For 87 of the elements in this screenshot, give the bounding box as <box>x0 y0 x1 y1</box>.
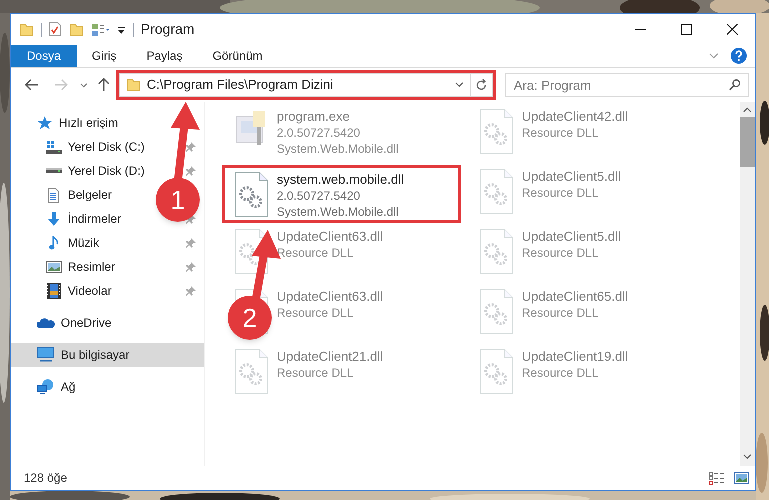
nav-item[interactable]: Resimler <box>68 258 116 276</box>
ribbon-tab[interactable]: Paylaş <box>132 45 198 67</box>
cloud-icon <box>37 317 55 329</box>
file-detail: Resource DLL <box>522 185 600 201</box>
file-name[interactable]: UpdateClient19.dll <box>522 349 628 365</box>
scrollbar-thumb[interactable] <box>740 117 755 167</box>
view-options-icon[interactable] <box>91 22 111 36</box>
pin-icon[interactable] <box>186 238 196 248</box>
address-path: C:\Program Files\Program Dizini <box>147 76 334 94</box>
address-bar[interactable]: C:\Program Files\Program Dizini <box>119 73 471 97</box>
drive-icon <box>46 140 62 154</box>
refresh-icon[interactable] <box>476 79 487 91</box>
nav-item[interactable]: Yerel Disk (D:) <box>68 162 145 180</box>
dropdown-icon[interactable] <box>455 82 464 88</box>
dll-file-icon <box>480 109 514 155</box>
nav-item[interactable]: Bu bilgisayar <box>11 343 204 367</box>
file-name[interactable]: UpdateClient42.dll <box>522 109 628 125</box>
dll-file-icon <box>480 169 514 215</box>
film-icon <box>46 283 60 299</box>
file-detail: 2.0.50727.5420 <box>277 188 362 204</box>
pin-icon[interactable] <box>186 142 196 152</box>
network-icon <box>37 379 55 395</box>
computer-icon <box>37 347 55 363</box>
nav-item[interactable]: OneDrive <box>11 311 204 335</box>
ribbon-tab[interactable]: Dosya <box>11 45 78 67</box>
nav-item[interactable]: Videolar <box>68 282 112 300</box>
maximize-icon[interactable] <box>680 24 692 35</box>
file-detail: System.Web.Mobile.dll <box>277 141 399 157</box>
file-name[interactable]: UpdateClient65.dll <box>522 289 628 305</box>
nav-item[interactable]: Ağ <box>11 375 204 399</box>
image-icon <box>46 261 62 273</box>
recent-locations-icon[interactable] <box>80 82 88 88</box>
scroll-down-icon[interactable] <box>743 454 752 460</box>
file-detail: 2.0.50727.5420 <box>277 125 362 141</box>
file-name[interactable]: UpdateClient5.dll <box>522 229 622 245</box>
dll-file-icon <box>480 229 514 275</box>
file-name[interactable]: UpdateClient63.dll <box>277 289 384 305</box>
close-icon[interactable] <box>726 24 738 35</box>
file-item[interactable]: system.web.mobile.dll 2.0.50727.5420 System.Web.Mobile.dll <box>222 165 461 223</box>
star-icon <box>37 116 53 130</box>
dll-file-icon <box>480 289 514 335</box>
customize-toolbar-icon[interactable] <box>117 24 126 34</box>
pin-icon[interactable] <box>186 286 196 296</box>
expand-ribbon-icon[interactable] <box>709 53 719 59</box>
file-detail: Resource DLL <box>522 245 600 261</box>
large-icons-view-icon[interactable] <box>734 472 749 484</box>
back-icon[interactable] <box>25 79 39 91</box>
help-icon[interactable] <box>731 48 747 64</box>
file-detail: Resource DLL <box>522 125 600 141</box>
ribbon-tab[interactable]: Görünüm <box>198 45 278 67</box>
document-icon <box>48 188 59 202</box>
window-title: Program <box>141 20 195 39</box>
nav-item[interactable]: İndirmeler <box>68 210 122 228</box>
nav-item[interactable]: Yerel Disk (C:) <box>68 138 145 156</box>
file-detail: Resource DLL <box>522 365 600 381</box>
up-icon[interactable] <box>98 78 110 92</box>
file-name[interactable]: program.exe <box>277 109 399 125</box>
nav-item[interactable]: Müzik <box>68 234 100 252</box>
nav-item[interactable]: Hızlı erişim <box>11 111 204 135</box>
minimize-icon[interactable] <box>634 29 646 30</box>
file-detail: Resource DLL <box>277 365 355 381</box>
nav-item[interactable]: Belgeler <box>68 186 112 204</box>
dll-file-icon <box>235 172 269 218</box>
folder-icon <box>127 78 141 92</box>
file-detail: Resource DLL <box>277 305 355 321</box>
file-name[interactable]: UpdateClient21.dll <box>277 349 384 365</box>
details-view-icon[interactable] <box>709 472 725 484</box>
item-count: 128 öğe <box>24 470 68 487</box>
music-note-icon <box>48 236 58 250</box>
file-name: system.web.mobile.dll <box>277 172 404 188</box>
dll-file-icon <box>235 349 269 395</box>
search-icon <box>729 79 741 91</box>
scroll-up-icon[interactable] <box>743 107 752 113</box>
download-icon <box>48 212 60 226</box>
dll-file-icon <box>480 349 514 395</box>
file-name[interactable]: UpdateClient5.dll <box>522 169 622 185</box>
scrollbar[interactable] <box>740 102 755 466</box>
ribbon-tab[interactable]: Giriş <box>77 45 132 67</box>
search-field[interactable]: Ara: Program <box>505 73 749 97</box>
pin-icon[interactable] <box>186 166 196 176</box>
file-detail: System.Web.Mobile.dll <box>277 204 400 220</box>
drive-icon <box>46 168 62 174</box>
file-name[interactable]: UpdateClient63.dll <box>277 229 384 245</box>
file-detail: Resource DLL <box>522 305 600 321</box>
pin-icon[interactable] <box>186 262 196 272</box>
file-detail: Resource DLL <box>277 245 355 261</box>
properties-icon[interactable] <box>49 22 62 37</box>
